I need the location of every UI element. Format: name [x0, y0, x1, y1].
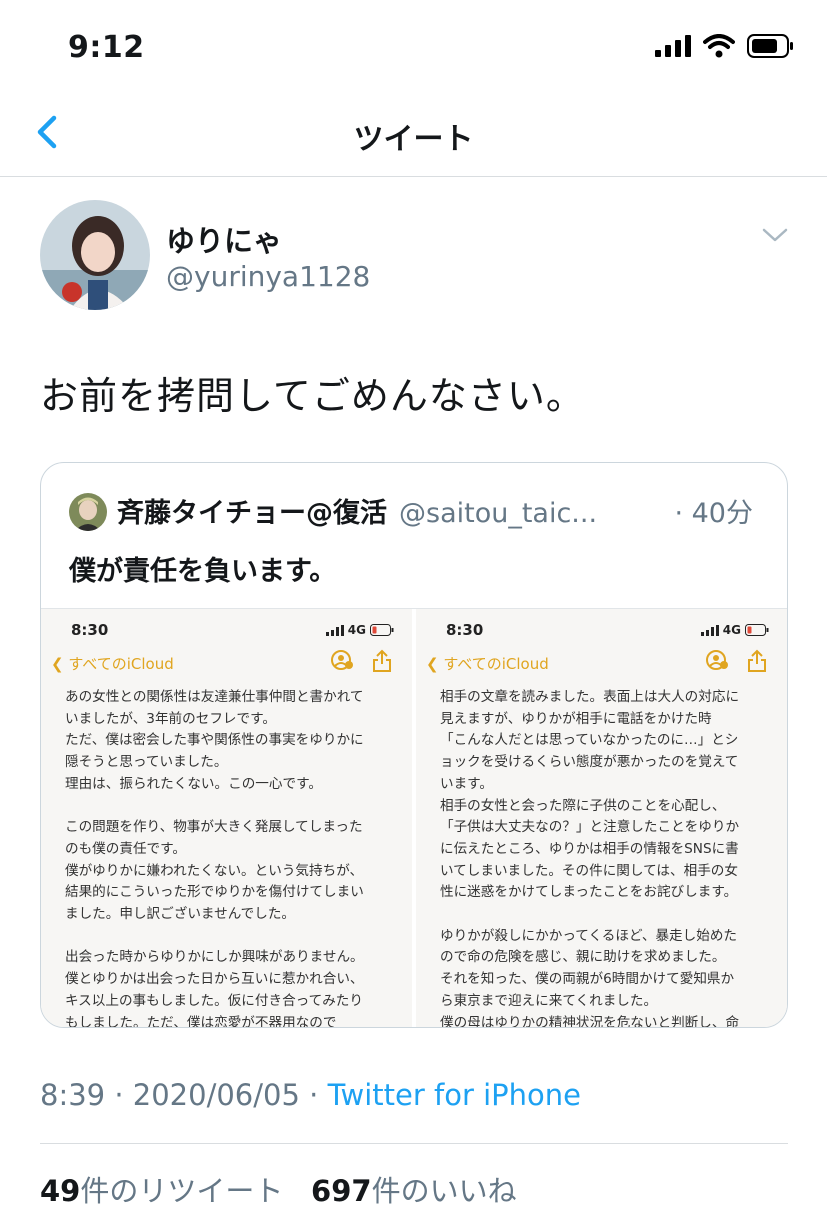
note-line: 僕とゆりかは出会った日から互いに惹かれ合い、	[65, 971, 364, 988]
media-image-2[interactable]: 8:30 4G ❮ すべてのiCloud 相手の文章を読みました。表面上は大人の…	[416, 609, 787, 1028]
back-chevron-icon: ❮	[51, 655, 64, 673]
author-handle[interactable]: @yurinya1128	[166, 260, 370, 293]
quoted-header: 斉藤タイチョー@復活 @saitou_taic...	[117, 491, 767, 530]
shot-back-link: ❮ すべてのiCloud	[51, 653, 174, 674]
note-line: に伝えたところ、ゆりかは相手の情報をSNSに書	[440, 840, 739, 857]
note-line: ただ、僕は密会した事や関係性の事実をゆりかに	[65, 732, 364, 749]
note-line: ゆりかが殺しにかかってくるほど、暴走し始めた	[440, 927, 738, 944]
collaborate-icon	[331, 650, 353, 670]
status-icons	[655, 34, 795, 58]
note-line: 出会った時からゆりかにしか興味がありません。	[65, 949, 364, 966]
quoted-author-name: 斉藤タイチョー@復活	[117, 498, 387, 529]
shot-back-label: すべてのiCloud	[443, 655, 549, 673]
note-line: あの女性との関係性は友達兼仕事仲間と書かれて	[65, 689, 364, 705]
note-line: ました。申し訳ございませんでした。	[65, 906, 296, 923]
battery-icon	[370, 624, 394, 636]
note-line: それを知った、僕の両親が6時間かけて愛知県か	[440, 971, 735, 988]
chevron-down-icon[interactable]	[762, 226, 788, 244]
signal-icon	[700, 624, 719, 636]
retweets-label: 件のリツイート	[80, 1174, 284, 1208]
note-line: 隠そうと思っていました。	[65, 754, 228, 771]
quoted-time: · 40分	[674, 498, 753, 529]
tweet-source-link[interactable]: Twitter for iPhone	[328, 1078, 581, 1112]
note-blank-line	[65, 926, 398, 948]
share-icon	[373, 649, 391, 672]
note-line: もしました。ただ、僕は恋愛が不器用なので	[65, 1014, 337, 1028]
avatar[interactable]	[40, 200, 150, 310]
note-line: 「子供は大丈夫なの？」と注意したことをゆりか	[440, 819, 740, 836]
wifi-icon	[703, 34, 735, 58]
status-time: 9:12	[68, 30, 145, 65]
note-line: 見えますが、ゆりかが相手に電話をかけた時	[440, 710, 712, 727]
shot-text: 相手の文章を読みました。表面上は大人の対応に 見えますが、ゆりかが相手に電話をか…	[440, 687, 773, 1028]
note-line: 理由は、振られたくない。この一心です。	[65, 775, 322, 792]
likes-count: 697	[311, 1174, 372, 1208]
signal-icon	[325, 624, 344, 636]
note-blank-line	[440, 904, 773, 926]
note-line: 結果的にこういった形でゆりかを傷付けてしまい	[65, 884, 364, 901]
share-icon	[748, 649, 766, 672]
shot-status: 4G	[700, 623, 769, 637]
note-line: この問題を作り、物事が大きく発展してしまった	[65, 819, 363, 836]
note-line: ョックを受けるくらい態度が悪かったのを覚えて	[440, 754, 739, 771]
shot-time: 8:30	[71, 621, 109, 639]
note-line: のも僕の責任です。	[65, 840, 186, 857]
note-line: いましたが、3年前のセフレです。	[65, 710, 276, 727]
tweet-meta: 8:39 · 2020/06/05 · Twitter for iPhone	[40, 1078, 581, 1112]
quoted-tweet[interactable]: 斉藤タイチョー@復活 @saitou_taic... · 40分 僕が責任を負いま…	[40, 462, 788, 1028]
note-line: 相手の文章を読みました。表面上は大人の対応に	[440, 689, 740, 705]
likes-label: 件のいいね	[371, 1174, 517, 1208]
shot-toolbar	[705, 649, 767, 673]
collaborate-icon	[706, 650, 728, 670]
retweets-count: 49	[40, 1174, 81, 1208]
divider	[40, 1143, 788, 1144]
tweet-text: お前を拷問してごめんなさい。	[40, 374, 585, 418]
signal-icon	[655, 35, 691, 57]
media-image-1[interactable]: 8:30 4G ❮ すべてのiCloud あの女性との関係性は友達兼仕事仲間と書…	[41, 609, 412, 1028]
shot-network: 4G	[722, 623, 741, 637]
quoted-text: 僕が責任を負います。	[69, 556, 337, 587]
tweet-timestamp: 8:39 · 2020/06/05 ·	[40, 1078, 328, 1112]
navigation-bar: ツイート	[0, 100, 827, 177]
shot-network: 4G	[347, 623, 366, 637]
quoted-author-handle: @saitou_taic...	[399, 498, 598, 529]
note-line: 相手の女性と会った際に子供のことを心配し、	[440, 797, 726, 814]
shot-back-link: ❮ すべてのiCloud	[426, 653, 549, 674]
shot-back-label: すべてのiCloud	[68, 655, 174, 673]
retweets-stat[interactable]: 49件のリツイート	[40, 1174, 283, 1208]
note-line: ら東京まで迎えに来てくれました。	[440, 992, 658, 1009]
shot-time: 8:30	[446, 621, 484, 639]
status-bar: 9:12	[0, 0, 827, 100]
likes-stat[interactable]: 697件のいいね	[311, 1174, 517, 1208]
note-line: 「こんな人だとは思っていなかったのに…」とシ	[440, 732, 739, 749]
note-line: います。	[440, 775, 494, 792]
quoted-avatar[interactable]	[69, 493, 107, 531]
battery-icon	[745, 624, 769, 636]
note-line: 僕がゆりかに嫌われたくない。という気持ちが、	[65, 862, 364, 879]
shot-toolbar	[330, 649, 392, 673]
author-name[interactable]: ゆりにゃ	[166, 218, 282, 260]
back-chevron-icon: ❮	[426, 655, 439, 673]
tweet-stats: 49件のリツイート 697件のいいね	[40, 1168, 517, 1210]
note-line: ので命の危険を感じ、親に助けを求めました。	[440, 949, 726, 966]
note-line: 僕の母はゆりかの精神状況を危ないと判断し、命	[440, 1014, 740, 1028]
shot-text: あの女性との関係性は友達兼仕事仲間と書かれて いましたが、3年前のセフレです。 …	[65, 687, 398, 1028]
note-blank-line	[65, 796, 398, 818]
note-line: 性に迷惑をかけてしまったことをお詫びします。	[440, 884, 738, 901]
page-title: ツイート	[353, 122, 474, 157]
note-line: いてしまいました。その件に関しては、相手の女	[440, 862, 738, 879]
quoted-media: 8:30 4G ❮ すべてのiCloud あの女性との関係性は友達兼仕事仲間と書…	[41, 608, 787, 1028]
battery-icon	[747, 34, 793, 58]
shot-status: 4G	[325, 623, 394, 637]
note-line: キス以上の事もしました。仮に付き合ってみたり	[65, 992, 363, 1009]
